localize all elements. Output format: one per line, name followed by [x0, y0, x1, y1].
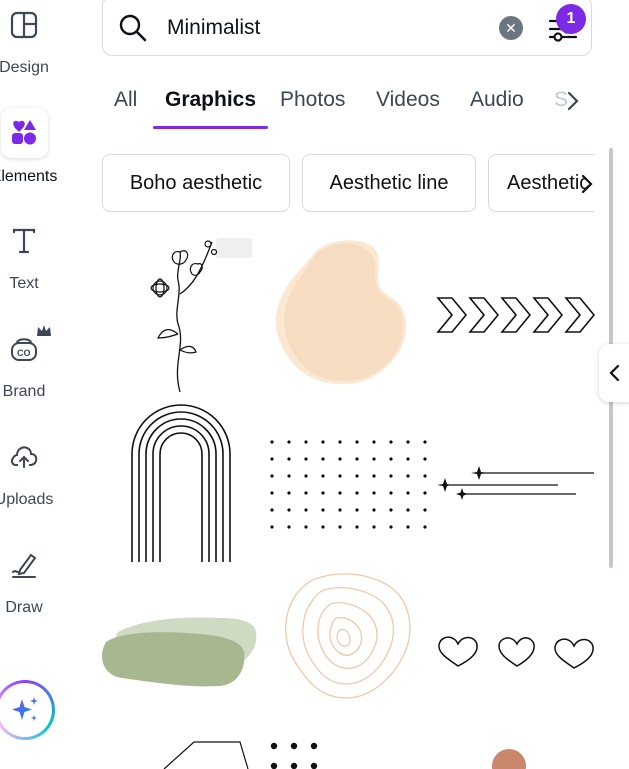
chip-label: Aesthetic: [507, 171, 590, 194]
chip-label: Aesthetic line: [329, 171, 449, 194]
sidebar-item-uploads[interactable]: Uploads: [0, 440, 53, 520]
sidebar-item-label: Text: [9, 275, 39, 292]
sparkles-icon: [12, 697, 38, 721]
left-sidebar: Design Elements Text CO Brand: [0, 0, 88, 769]
filter-count-badge: 1: [556, 4, 586, 34]
brand-icon: CO: [11, 338, 37, 361]
close-icon: ✕: [505, 20, 517, 36]
sage-brush-stroke-graphic[interactable]: [100, 612, 260, 690]
search-bar[interactable]: Minimalist ✕: [102, 0, 592, 56]
sidebar-item-text[interactable]: Text: [0, 224, 48, 304]
collapse-panel-button[interactable]: [599, 344, 629, 402]
sidebar-item-label: Draw: [5, 599, 43, 616]
active-tab-indicator: [153, 126, 268, 129]
chevron-right-icon[interactable]: [566, 90, 580, 112]
topographic-lines-graphic[interactable]: [280, 570, 416, 702]
peach-blob-graphic[interactable]: [270, 234, 430, 396]
elements-shapes-icon: [12, 120, 36, 145]
chip-aesthetic-line[interactable]: Aesthetic line: [302, 154, 476, 212]
rainbow-arch-lines-graphic[interactable]: [128, 402, 234, 564]
dot-grid-graphic[interactable]: [262, 432, 432, 532]
dot-pattern-graphic[interactable]: [264, 738, 328, 769]
text-t-icon: [12, 228, 36, 254]
layout-icon: [10, 11, 38, 39]
clear-search-button[interactable]: ✕: [499, 16, 523, 40]
tab-photos[interactable]: Photos: [280, 88, 345, 112]
chip-aesthetic[interactable]: Aesthetic: [488, 154, 594, 212]
sidebar-item-label: Elements: [0, 168, 58, 185]
cloud-upload-icon: [11, 446, 38, 468]
tab-videos[interactable]: Videos: [376, 88, 440, 112]
tab-all[interactable]: All: [114, 88, 137, 112]
category-tabs: All Graphics Photos Videos Audio S: [102, 84, 592, 130]
pen-draw-icon: [12, 553, 37, 578]
chevron-left-icon: [609, 364, 620, 382]
suggestion-chips: Boho aesthetic Aesthetic line Aesthetic: [102, 154, 594, 214]
chip-label: Boho aesthetic: [129, 171, 263, 194]
magic-button-inner: [0, 683, 52, 737]
sidebar-item-brand[interactable]: CO Brand: [0, 324, 51, 414]
chevron-right-icon[interactable]: [580, 174, 594, 194]
line-flower-graphic[interactable]: [130, 234, 255, 396]
hexagon-outline-graphic[interactable]: [160, 740, 250, 769]
sidebar-item-design[interactable]: Design: [0, 8, 49, 88]
sidebar-item-draw[interactable]: Draw: [0, 548, 48, 628]
chevron-arrows-graphic[interactable]: [434, 290, 596, 340]
sidebar-item-label: Brand: [2, 383, 46, 400]
sidebar-item-label: Uploads: [0, 491, 54, 508]
tab-audio[interactable]: Audio: [470, 88, 524, 112]
sidebar-item-label: Design: [0, 59, 49, 76]
sidebar-item-elements[interactable]: Elements: [0, 116, 57, 196]
three-hearts-graphic[interactable]: [436, 634, 596, 672]
search-icon: [119, 14, 147, 42]
shooting-stars-graphic[interactable]: [436, 460, 596, 502]
magic-button[interactable]: [0, 680, 55, 740]
tab-graphics[interactable]: Graphics: [165, 88, 256, 112]
search-input[interactable]: Minimalist: [167, 16, 260, 40]
terracotta-circle-graphic[interactable]: [490, 746, 530, 769]
chip-boho-aesthetic[interactable]: Boho aesthetic: [102, 154, 290, 212]
svg-text:CO: CO: [17, 348, 31, 358]
